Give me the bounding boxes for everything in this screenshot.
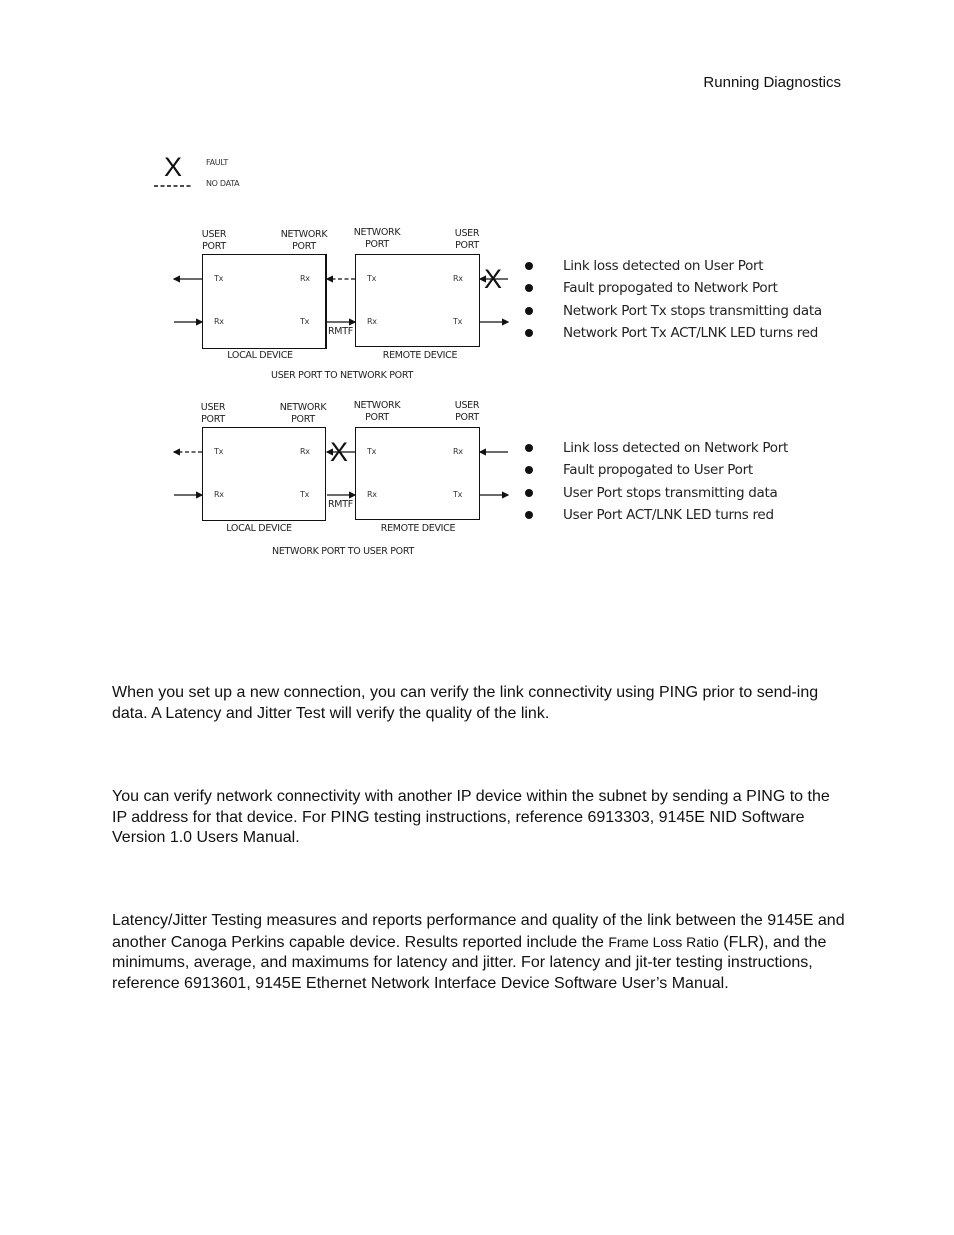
d2-remote-left-bottom: Rx <box>367 490 377 499</box>
legend-fault-label: FAULT <box>206 158 228 167</box>
d2-local-right-bottom: Tx <box>300 490 310 499</box>
bullet-icon <box>525 444 533 452</box>
bullet-icon <box>525 328 533 337</box>
d1-remote-user-port-label: USER PORT <box>454 228 480 251</box>
d1-caption: USER PORT TO NETWORK PORT <box>271 370 413 381</box>
d2-local-network-port-label: NETWORK PORT <box>279 402 327 425</box>
d1-local-right-bottom: Tx <box>300 317 310 326</box>
bullet-icon <box>525 488 533 497</box>
bullet-icon <box>525 262 533 270</box>
d2-remote-device-box <box>355 427 480 520</box>
bullet-icon <box>525 284 533 293</box>
d2-remote-right-bottom: Tx <box>453 490 463 499</box>
ping-paragraph: You can verify network connectivity with… <box>112 788 830 846</box>
d1-bullet-list: Link loss detected on User Port Fault pr… <box>525 255 822 344</box>
d1-local-device-box <box>202 254 327 349</box>
d2-remote-network-port-label: NETWORK PORT <box>353 400 401 423</box>
list-item: Link loss detected on Network Port <box>525 437 788 459</box>
d2-remote-left-top: Tx <box>367 447 377 456</box>
list-item: Fault propogated to User Port <box>525 459 788 481</box>
list-item: Fault propogated to Network Port <box>525 277 822 299</box>
list-item: Network Port Tx stops transmitting data <box>525 300 822 322</box>
d2-local-left-top: Tx <box>214 447 224 456</box>
d2-remote-right-top: Rx <box>453 447 463 456</box>
d2-fault-x-icon: X <box>330 437 349 467</box>
d1-local-device-label: LOCAL DEVICE <box>227 350 293 361</box>
list-item: Link loss detected on User Port <box>525 255 822 277</box>
d1-remote-device-label: REMOTE DEVICE <box>382 350 458 361</box>
d2-rmtf-label: RMTF <box>328 499 353 510</box>
d2-local-device-label: LOCAL DEVICE <box>226 523 292 534</box>
d1-fault-x-icon: X <box>484 264 503 294</box>
list-item: Network Port Tx ACT/LNK LED turns red <box>525 322 822 344</box>
d1-remote-right-top: Rx <box>453 274 463 283</box>
d1-remote-left-top: Tx <box>367 274 377 283</box>
d1-local-user-port-label: USER PORT <box>201 229 227 252</box>
d2-local-device-box <box>202 427 326 521</box>
d1-remote-right-bottom: Tx <box>453 317 463 326</box>
legend-no-data-label: NO DATA <box>206 179 240 188</box>
d2-bullet-list: Link loss detected on Network Port Fault… <box>525 437 788 526</box>
d2-local-user-port-label: USER PORT <box>200 402 226 425</box>
d1-local-network-port-label: NETWORK PORT <box>280 229 328 252</box>
bullet-icon <box>525 466 533 475</box>
d2-local-right-top: Rx <box>300 447 310 456</box>
d1-local-right-top: Rx <box>300 274 310 283</box>
diagram-lines <box>154 185 510 499</box>
d2-local-left-bottom: Rx <box>214 490 224 499</box>
latency-jitter-paragraph: Latency/Jitter Testing measures and repo… <box>112 912 845 992</box>
d1-local-left-bottom: Rx <box>214 317 224 326</box>
d1-rmtf-label: RMTF <box>328 326 353 337</box>
d1-remote-network-port-label: NETWORK PORT <box>353 227 401 250</box>
list-item: User Port ACT/LNK LED turns red <box>525 504 788 526</box>
d2-caption: NETWORK PORT TO USER PORT <box>272 546 414 557</box>
running-header: Running Diagnostics <box>703 74 841 91</box>
d1-local-left-top: Tx <box>214 274 224 283</box>
d1-remote-left-bottom: Rx <box>367 317 377 326</box>
d2-remote-user-port-label: USER PORT <box>454 400 480 423</box>
d2-remote-device-label: REMOTE DEVICE <box>380 523 456 534</box>
bullet-icon <box>525 306 533 315</box>
d1-remote-device-box <box>355 254 480 347</box>
intro-paragraph: When you set up a new connection, you ca… <box>112 684 819 722</box>
fault-x-icon: X <box>164 152 183 182</box>
bullet-icon <box>525 510 533 519</box>
list-item: User Port stops transmitting data <box>525 482 788 504</box>
